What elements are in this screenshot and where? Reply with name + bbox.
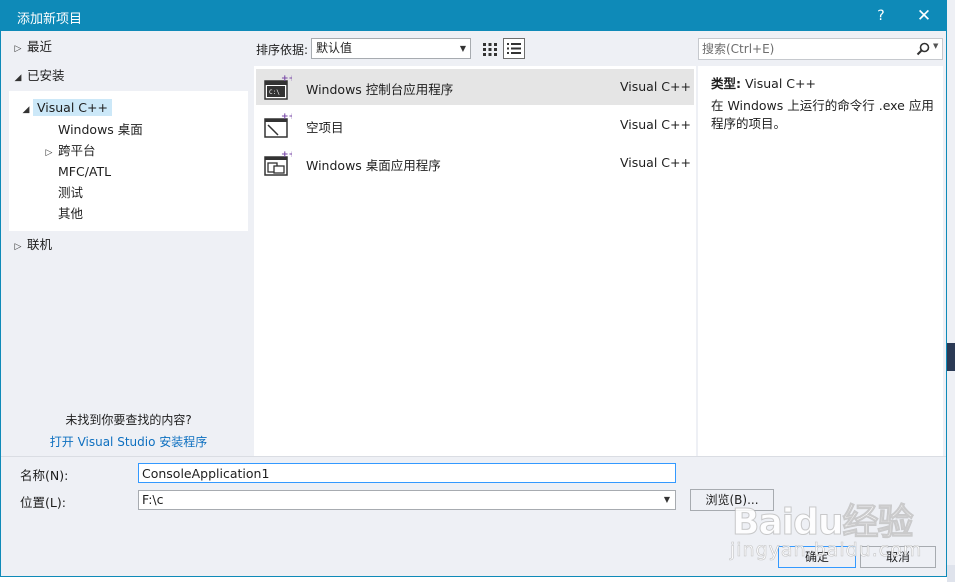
list-view-button[interactable] [503, 38, 525, 59]
svg-text:++: ++ [281, 74, 292, 84]
svg-text:++: ++ [281, 150, 292, 160]
collapse-arrow-icon[interactable]: ◢ [19, 100, 33, 121]
grid-view-icon[interactable] [481, 40, 499, 58]
location-label: 位置(L): [20, 495, 66, 510]
tree-item-label: 其他 [58, 206, 84, 221]
empty-project-icon: ++ [264, 112, 292, 138]
tree-item-recent[interactable]: ▷ 最近 [9, 36, 52, 57]
type-label: 类型: [711, 76, 741, 91]
template-name: Windows 桌面应用程序 [306, 158, 441, 173]
type-value: Visual C++ [744, 76, 816, 91]
category-tree: ▷ 最近 ◢ 已安装 ◢ Visual C++ Windows 桌面 ▷ 跨平台 MFC… [9, 36, 248, 456]
tree-item-windows-desktop[interactable]: Windows 桌面 [58, 119, 143, 140]
template-row-console-app[interactable]: C:\ ++ Windows 控制台应用程序 Visual C++ [256, 69, 694, 105]
tree-item-installed[interactable]: ◢ 已安装 [9, 65, 65, 86]
template-type: 类型: Visual C++ [711, 73, 816, 92]
background-block [947, 565, 955, 582]
template-search[interactable]: ▼ [698, 38, 943, 60]
tree-item-label: 最近 [27, 39, 53, 54]
dialog-titlebar: 添加新项目 ? ✕ [1, 1, 946, 31]
sort-value: 默认值 [316, 41, 353, 55]
cancel-button[interactable]: 取消 [860, 546, 936, 568]
template-name: 空项目 [306, 120, 344, 135]
tree-item-visual-cpp[interactable]: ◢ Visual C++ [19, 97, 112, 118]
chevron-down-icon: ▼ [663, 495, 670, 504]
tree-item-online[interactable]: ▷ 联机 [9, 234, 52, 255]
tree-item-label: MFC/ATL [58, 164, 112, 179]
template-language: Visual C++ [620, 117, 691, 132]
tree-item-label: 测试 [58, 185, 84, 200]
ok-button[interactable]: 确定 [778, 546, 856, 568]
close-button[interactable]: ✕ [913, 5, 935, 27]
project-name-field[interactable] [138, 463, 676, 483]
tree-item-label: 跨平台 [58, 143, 96, 158]
collapse-arrow-icon[interactable]: ◢ [9, 68, 27, 89]
tree-item-test[interactable]: 测试 [58, 182, 83, 203]
template-list: C:\ ++ Windows 控制台应用程序 Visual C++ ++ 空项目… [254, 66, 696, 456]
name-label: 名称(N): [20, 468, 69, 483]
chevron-down-icon[interactable]: ▼ [933, 42, 938, 50]
chevron-down-icon: ▼ [459, 44, 466, 53]
dialog-title: 添加新项目 [17, 12, 83, 27]
tree-item-label: 已安装 [27, 68, 65, 83]
template-row-empty-project[interactable]: ++ 空项目 Visual C++ [256, 107, 694, 143]
svg-text:C:\: C:\ [269, 89, 280, 96]
desktop-app-icon: ++ [264, 150, 292, 176]
project-form: 名称(N): 位置(L): F:\c ▼ 浏览(B)... 确定 取消 [1, 456, 946, 576]
open-installer-link[interactable]: 打开 Visual Studio 安装程序 [9, 433, 248, 450]
sort-dropdown[interactable]: 默认值 ▼ [311, 38, 471, 59]
tree-item-label: Visual C++ [33, 99, 112, 116]
search-icon[interactable] [916, 42, 930, 56]
expand-arrow-icon[interactable]: ▷ [9, 39, 27, 60]
list-view-icon [507, 43, 521, 54]
help-button[interactable]: ? [871, 5, 891, 27]
tree-item-other[interactable]: 其他 [58, 203, 83, 224]
template-row-desktop-app[interactable]: ++ Windows 桌面应用程序 Visual C++ [256, 145, 694, 181]
template-description-panel: 类型: Visual C++ 在 Windows 上运行的命令行 .exe 应用… [698, 66, 943, 456]
background-window-edge [947, 0, 955, 582]
tree-item-label: Windows 桌面 [58, 122, 143, 137]
expand-arrow-icon[interactable]: ▷ [9, 237, 27, 258]
template-language: Visual C++ [620, 155, 691, 170]
tree-item-cross-platform[interactable]: ▷ 跨平台 [40, 140, 96, 161]
search-input[interactable] [702, 40, 907, 58]
tree-item-mfc-atl[interactable]: MFC/ATL [58, 161, 111, 182]
browse-button[interactable]: 浏览(B)... [690, 489, 774, 511]
location-dropdown[interactable]: F:\c ▼ [138, 490, 676, 510]
template-name: Windows 控制台应用程序 [306, 82, 454, 97]
sort-label: 排序依据: [256, 43, 309, 57]
description-text: 在 Windows 上运行的命令行 .exe 应用程序的项目。 [711, 98, 934, 131]
location-value: F:\c [142, 492, 164, 507]
not-found-text: 未找到你要查找的内容? [65, 413, 192, 427]
installed-subtree: ◢ Visual C++ Windows 桌面 ▷ 跨平台 MFC/ATL 测试 其… [9, 91, 248, 231]
template-language: Visual C++ [620, 79, 691, 94]
background-block [947, 343, 955, 371]
svg-text:++: ++ [281, 112, 292, 122]
expand-arrow-icon[interactable]: ▷ [40, 143, 58, 164]
console-app-icon: C:\ ++ [264, 74, 292, 100]
add-new-project-dialog: 添加新项目 ? ✕ ▷ 最近 ◢ 已安装 ◢ Visual C++ Windows 桌… [0, 0, 947, 577]
tree-item-label: 联机 [27, 237, 53, 252]
